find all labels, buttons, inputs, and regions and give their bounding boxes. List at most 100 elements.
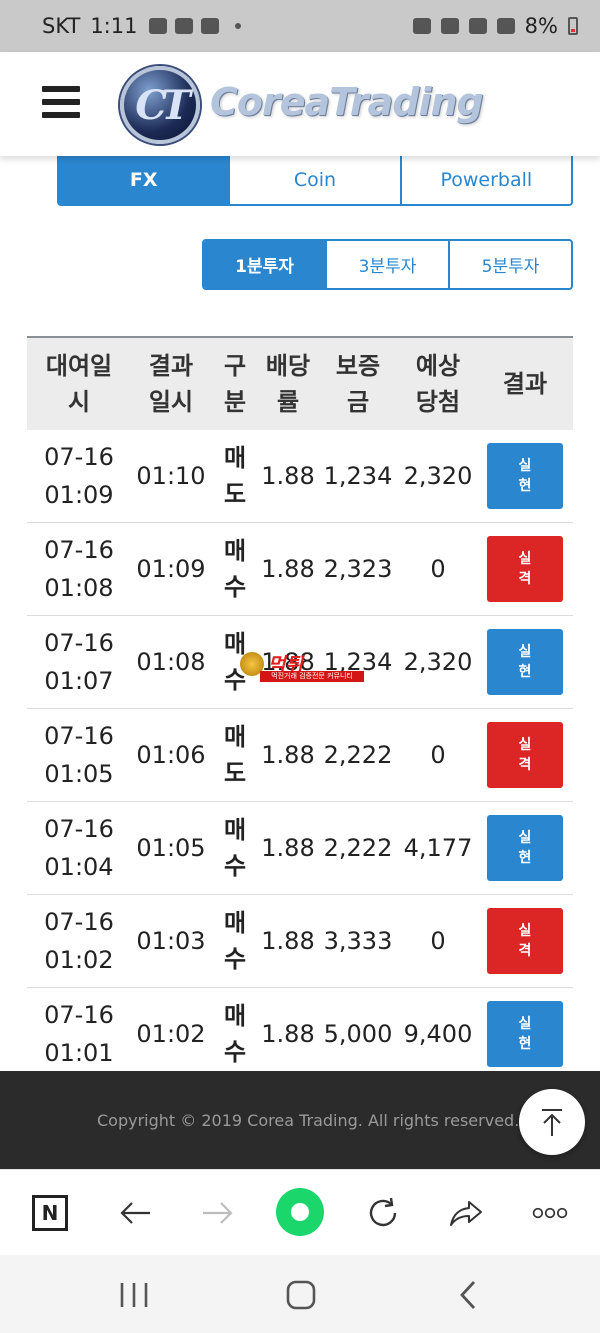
alarm-icon: [412, 18, 431, 34]
result-badge[interactable]: 실 현: [487, 629, 563, 695]
side-cell: 매 수: [223, 816, 247, 880]
side-cell: 매 수: [223, 1002, 247, 1066]
deposit-cell: 2,222: [323, 834, 393, 862]
rental-time-cell: 07-16 01:08: [44, 536, 114, 602]
deposit-cell: 2,222: [323, 741, 393, 769]
expected-cell: 0: [430, 555, 446, 583]
result-cell: 실 격: [477, 523, 573, 615]
side-cell: 매 도: [223, 444, 247, 508]
header-result: 결과: [502, 370, 548, 398]
result-cell: 실 격: [477, 709, 573, 801]
tab-1min[interactable]: 1분투자: [204, 241, 325, 288]
result-badge[interactable]: 실 현: [487, 1001, 563, 1067]
signal-icon: [496, 18, 515, 34]
expected-cell: 9,400: [403, 1020, 473, 1048]
result-badge[interactable]: 실 격: [487, 536, 563, 602]
link-icon: [201, 18, 220, 34]
table-body: 07-16 01:09 01:10 매 도 1.88 1,234 2,320 실 현 07-1…: [27, 430, 573, 1081]
forward-arrow-icon[interactable]: [198, 1192, 238, 1234]
header-deposit: 보증 금: [335, 352, 381, 416]
green-home-icon[interactable]: [276, 1188, 324, 1236]
deposit-cell: 1,234: [323, 462, 393, 490]
table-row: 07-16 01:05 01:06 매 도 1.88 2,222 0 실 격: [27, 709, 573, 802]
expected-cell: 0: [430, 741, 446, 769]
talk-icon: [149, 18, 168, 34]
category-tabs: FX Coin Powerball: [57, 156, 573, 206]
result-time-cell: 01:06: [136, 741, 206, 769]
clock: 1:11: [90, 14, 138, 38]
battery-icon: [568, 17, 578, 35]
expected-cell: 2,320: [403, 462, 473, 490]
scroll-top-icon[interactable]: [519, 1089, 585, 1155]
logo-mark[interactable]: CT: [120, 66, 200, 144]
result-cell: 실 현: [477, 430, 573, 522]
naver-n-icon[interactable]: N: [31, 1192, 69, 1234]
odds-cell: 1.88: [261, 741, 315, 769]
more-icon[interactable]: [528, 1192, 572, 1234]
tab-powerball[interactable]: Powerball: [399, 156, 571, 204]
wifi-icon: [468, 18, 487, 34]
tab-fx[interactable]: FX: [59, 156, 229, 204]
header-result-time: 결과 일시: [148, 352, 194, 416]
result-cell: 실 격: [477, 895, 573, 987]
logo-text[interactable]: CoreaTrading: [210, 80, 484, 124]
result-time-cell: 01:02: [136, 1020, 206, 1048]
gallery-icon: [175, 18, 194, 34]
table-row: 07-16 01:02 01:03 매 수 1.88 3,333 0 실 격: [27, 895, 573, 988]
copyright-text: Copyright © 2019 Corea Trading. All righ…: [97, 1111, 520, 1130]
back-arrow-icon[interactable]: [115, 1192, 155, 1234]
side-cell: 매 도: [223, 723, 247, 787]
odds-cell: 1.88: [261, 1020, 315, 1048]
site-header: CT CoreaTrading: [0, 52, 600, 156]
rental-time-cell: 07-16 01:07: [44, 629, 114, 695]
result-badge[interactable]: 실 격: [487, 908, 563, 974]
rental-time-cell: 07-16 01:01: [44, 1001, 114, 1067]
side-cell: 매 수: [223, 909, 247, 973]
watermark-subtitle: 먹진거래 검증전문 커뮤니티: [260, 671, 364, 682]
system-back-icon[interactable]: [450, 1277, 490, 1313]
tab-coin[interactable]: Coin: [228, 156, 400, 204]
result-badge[interactable]: 실 격: [487, 722, 563, 788]
result-cell: 실 현: [477, 988, 573, 1080]
status-bar: SKT 1:11 8%: [0, 0, 600, 52]
table-row: 07-16 01:01 01:02 매 수 1.88 5,000 9,400 실 현: [27, 988, 573, 1081]
table-header: 대여일 시 결과 일시 구 분 배당 률 보증 금 예상 당첨 결과: [27, 336, 573, 430]
menu-icon[interactable]: [42, 86, 80, 118]
odds-cell: 1.88: [261, 555, 315, 583]
rental-time-cell: 07-16 01:05: [44, 722, 114, 788]
watermark: 먹튀 먹진거래 검증전문 커뮤니티: [240, 650, 366, 682]
header-expected: 예상 당첨: [415, 352, 461, 416]
recent-apps-icon[interactable]: [114, 1277, 154, 1313]
result-time-cell: 01:09: [136, 555, 206, 583]
result-badge[interactable]: 실 현: [487, 443, 563, 509]
table-row: 07-16 01:04 01:05 매 수 1.88 2,222 4,177 실 현: [27, 802, 573, 895]
rental-time-cell: 07-16 01:09: [44, 443, 114, 509]
result-time-cell: 01:10: [136, 462, 206, 490]
share-icon[interactable]: [446, 1192, 486, 1234]
odds-cell: 1.88: [261, 927, 315, 955]
table-row: 07-16 01:09 01:10 매 도 1.88 1,234 2,320 실 현: [27, 430, 573, 523]
carrier-label: SKT: [42, 14, 81, 38]
home-icon[interactable]: [280, 1277, 320, 1313]
tab-5min[interactable]: 5분투자: [448, 241, 571, 288]
reload-icon[interactable]: [363, 1192, 403, 1234]
rental-time-cell: 07-16 01:02: [44, 908, 114, 974]
odds-cell: 1.88: [261, 834, 315, 862]
expected-cell: 2,320: [403, 648, 473, 676]
tab-3min[interactable]: 3분투자: [325, 241, 448, 288]
result-time-cell: 01:03: [136, 927, 206, 955]
expected-cell: 0: [430, 927, 446, 955]
header-odds: 배당 률: [265, 352, 311, 416]
more-notifications-icon: [235, 23, 242, 29]
deposit-cell: 3,333: [323, 927, 393, 955]
odds-cell: 1.88: [261, 462, 315, 490]
result-time-cell: 01:08: [136, 648, 206, 676]
site-footer: Copyright © 2019 Corea Trading. All righ…: [0, 1071, 600, 1169]
logo-mark-text: CT: [135, 81, 191, 129]
system-navigation: [0, 1255, 600, 1333]
battery-percent: 8%: [524, 14, 558, 38]
side-cell: 매 수: [223, 537, 247, 601]
result-badge[interactable]: 실 현: [487, 815, 563, 881]
table-row: 07-16 01:08 01:09 매 수 1.88 2,323 0 실 격: [27, 523, 573, 616]
browser-toolbar: N: [0, 1169, 600, 1255]
